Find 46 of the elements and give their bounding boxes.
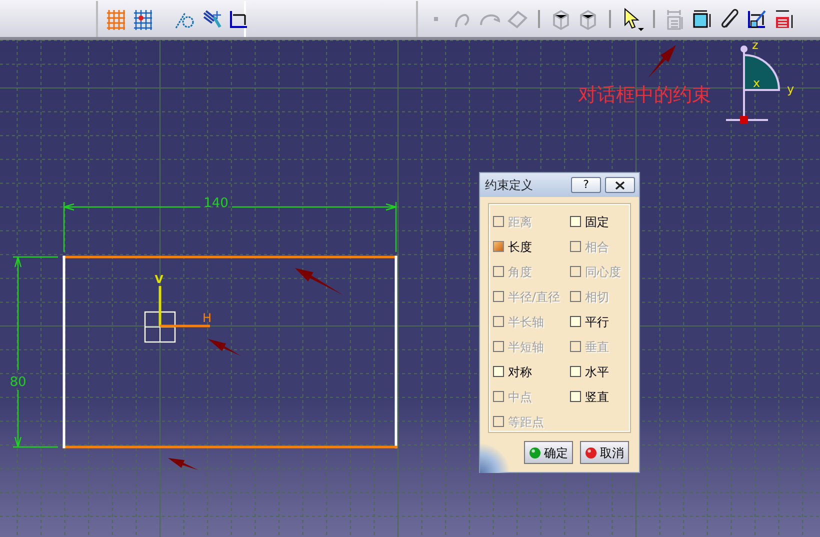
close-icon [615,180,625,190]
annotation-arrow [295,268,343,295]
checkbox[interactable] [570,366,581,377]
axis-label: H [202,311,212,325]
cancel-button[interactable]: 取消 [580,441,629,464]
v-axis [158,286,162,326]
option-label: 长度 [508,238,532,256]
origin-icon [144,311,176,343]
axis-label: y [787,82,794,96]
annotation-arrow [168,458,198,470]
option-label: 半长轴 [508,314,544,330]
option-label: 相切 [585,288,609,306]
option-label: 固定 [585,214,609,230]
option-label: 角度 [508,264,532,280]
option-label: 半径/直径 [508,288,560,306]
annotation-arrow [208,339,241,356]
option-label: 对称 [508,364,532,380]
checkbox[interactable] [493,241,504,252]
dimension-value: 140 [204,196,228,211]
close-button[interactable] [605,177,635,193]
ok-button[interactable]: 确定 [524,441,573,464]
option-label: 中点 [508,388,532,406]
option-label: 同心度 [585,264,621,280]
option-label: 距离 [508,214,532,230]
axis-label: z [752,40,758,52]
axis-label: V [154,273,164,286]
checkbox[interactable] [493,366,504,377]
annotation-arrow [648,45,676,78]
option-label: 垂直 [585,338,609,356]
option-label: 相合 [585,238,609,256]
ball-icon [529,446,541,458]
dimension-value: 80 [10,375,26,390]
option-label: 平行 [585,314,609,330]
option-label: 竖直 [585,388,609,406]
option-label: 半短轴 [508,338,544,356]
checkbox[interactable] [570,391,581,402]
help-button[interactable]: ? [571,177,601,193]
dialog-title: 约束定义 [485,177,534,194]
ball-icon [585,446,597,458]
checkbox[interactable] [570,216,581,227]
h-axis [160,324,210,328]
axis-label: x [753,76,760,90]
annotation-text: 对话框中的约束 [578,84,711,106]
option-label: 水平 [585,364,609,380]
option-label: 等距点 [508,414,544,430]
checkbox[interactable] [570,316,581,327]
